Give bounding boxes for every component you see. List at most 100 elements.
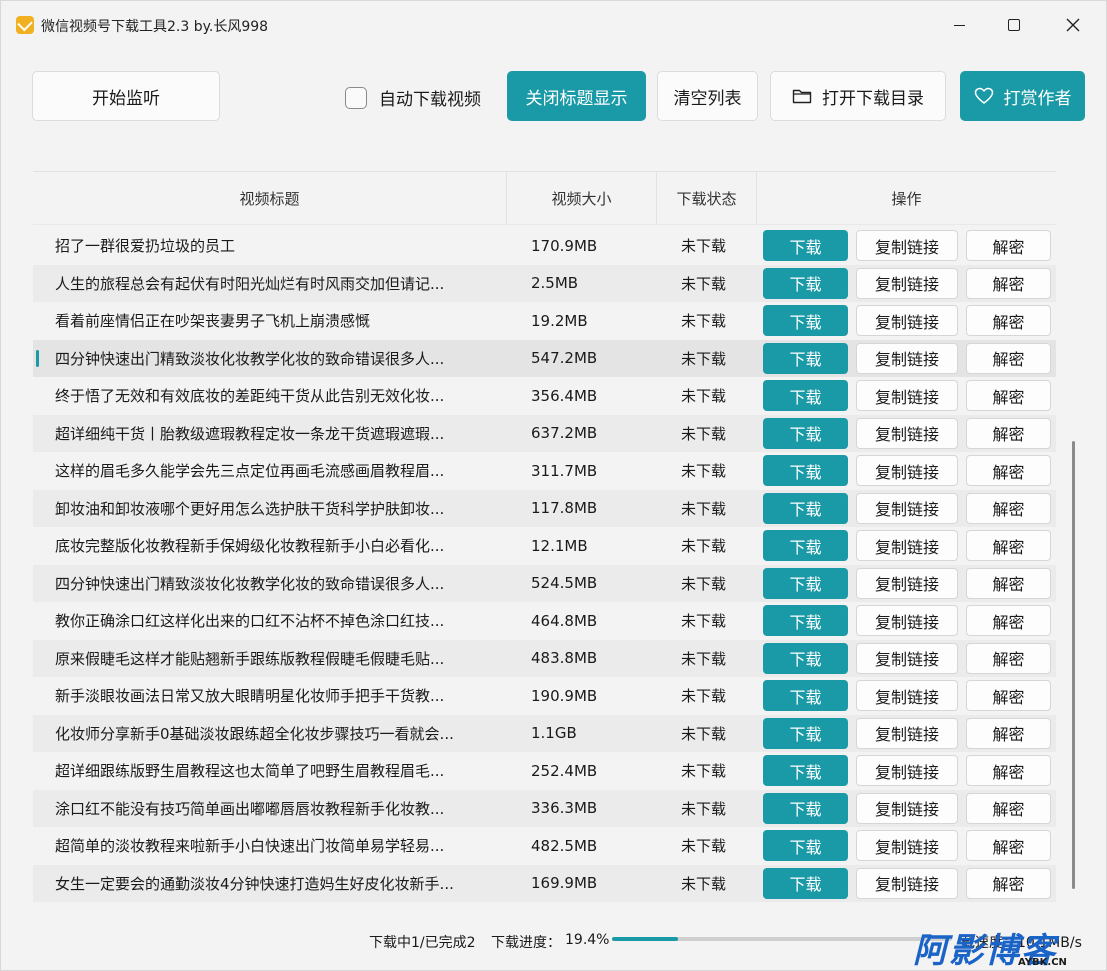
row-decrypt-button[interactable]: 解密 [966,230,1051,261]
row-decrypt-button[interactable]: 解密 [966,680,1051,711]
row-decrypt-button[interactable]: 解密 [966,530,1051,561]
row-download-button[interactable]: 下载 [763,642,848,674]
row-decrypt-button[interactable]: 解密 [966,755,1051,786]
vertical-scrollbar[interactable] [1072,441,1075,889]
row-decrypt-button[interactable]: 解密 [966,867,1051,899]
row-download-button[interactable]: 下载 [763,530,848,561]
maximize-button[interactable] [1002,13,1026,37]
row-decrypt-button[interactable]: 解密 [966,605,1051,636]
row-download-button[interactable]: 下载 [763,455,848,486]
header-size[interactable]: 视频大小 [507,172,657,224]
table-row[interactable]: 四分钟快速出门精致淡妆化妆教学化妆的致命错误很多人... 524.5MB 未下载 下载… [33,564,1056,602]
row-copy-link-button[interactable]: 复制链接 [856,567,958,599]
row-size: 190.9MB [531,686,598,705]
close-button[interactable] [1061,13,1085,37]
table-row[interactable]: 新手淡眼妆画法日常又放大眼睛明星化妆师手把手干货教... 190.9MB 未下载 下载… [33,677,1056,715]
table-row[interactable]: 化妆师分享新手0基础淡妆跟练超全化妆步骤技巧一看就会... 1.1GB 未下载 下载复… [33,714,1056,752]
row-download-button[interactable]: 下载 [763,567,848,599]
row-copy-link-button[interactable]: 复制链接 [856,492,958,524]
title-bar: 微信视频号下载工具2.3 by.长风998 [1,1,1106,51]
row-size: 637.2MB [531,424,598,443]
row-copy-link-button[interactable]: 复制链接 [856,792,958,824]
table-row[interactable]: 招了一群很爱扔垃圾的员工 170.9MB 未下载 下载 复制链接 解密 [33,227,1056,265]
row-copy-link-button[interactable]: 复制链接 [856,380,958,411]
table-row[interactable]: 原来假睫毛这样才能贴翘新手跟练版教程假睫毛假睫毛贴... 483.8MB 未下载 下载… [33,639,1056,677]
table-row[interactable]: 涂口红不能没有技巧简单画出嘟嘟唇唇妆教程新手化妆教... 336.3MB 未下载 下载… [33,789,1056,827]
table-row[interactable]: 四分钟快速出门精致淡妆化妆教学化妆的致命错误很多人... 547.2MB 未下载 下载… [33,339,1056,377]
row-download-button[interactable]: 下载 [763,305,848,336]
header-actions[interactable]: 操作 [757,172,1056,224]
reward-author-button[interactable]: 打赏作者 [960,71,1085,121]
row-copy-link-button[interactable]: 复制链接 [856,717,958,749]
row-size: 12.1MB [531,536,588,555]
row-decrypt-button[interactable]: 解密 [966,380,1051,411]
row-copy-link-button[interactable]: 复制链接 [856,680,958,711]
row-copy-link-button[interactable]: 复制链接 [856,830,958,861]
minimize-button[interactable] [947,13,971,37]
row-size: 117.8MB [531,499,598,518]
row-copy-link-button[interactable]: 复制链接 [856,605,958,636]
row-decrypt-button[interactable]: 解密 [966,717,1051,749]
table-row[interactable]: 这样的眉毛多久能学会先三点定位再画毛流感画眉教程眉... 311.7MB 未下载 下载… [33,452,1056,490]
table-row[interactable]: 卸妆油和卸妆液哪个更好用怎么选护肤干货科学护肤卸妆... 117.8MB 未下载 下载… [33,489,1056,527]
row-decrypt-button[interactable]: 解密 [966,492,1051,524]
row-decrypt-button[interactable]: 解密 [966,792,1051,824]
checkbox-box[interactable] [345,86,367,109]
row-decrypt-button[interactable]: 解密 [966,305,1051,336]
close-title-display-button[interactable]: 关闭标题显示 [507,71,646,121]
table-row[interactable]: 人生的旅程总会有起伏有时阳光灿烂有时风雨交加但请记... 2.5MB 未下载 下载 复制… [33,264,1056,302]
row-title: 卸妆油和卸妆液哪个更好用怎么选护肤干货科学护肤卸妆... [55,499,445,518]
table-row[interactable]: 超详细跟练版野生眉教程这也太简单了吧野生眉教程眉毛... 252.4MB 未下载 下载… [33,752,1056,790]
row-copy-link-button[interactable]: 复制链接 [856,305,958,336]
row-copy-link-button[interactable]: 复制链接 [856,530,958,561]
row-download-button[interactable]: 下载 [763,417,848,449]
start-listen-button[interactable]: 开始监听 [32,71,220,121]
row-download-button[interactable]: 下载 [763,492,848,524]
row-decrypt-button[interactable]: 解密 [966,830,1051,861]
row-copy-link-button[interactable]: 复制链接 [856,417,958,449]
row-copy-link-button[interactable]: 复制链接 [856,342,958,374]
row-decrypt-button[interactable]: 解密 [966,567,1051,599]
header-status[interactable]: 下载状态 [657,172,757,224]
open-download-dir-label: 打开下载目录 [822,88,924,109]
table-row[interactable]: 超详细纯干货丨胎教级遮瑕教程定妆一条龙干货遮瑕遮瑕... 637.2MB 未下载 下载… [33,414,1056,452]
row-title: 教你正确涂口红这样化出来的口红不沾杯不掉色涂口红技... [55,612,445,631]
clear-list-button[interactable]: 清空列表 [657,71,758,121]
row-copy-link-button[interactable]: 复制链接 [856,455,958,486]
row-size: 482.5MB [531,836,598,855]
table-row[interactable]: 底妆完整版化妆教程新手保姆级化妆教程新手小白必看化... 12.1MB 未下载 下载复… [33,527,1056,565]
header-title[interactable]: 视频标题 [33,172,507,224]
table-row[interactable]: 看着前座情侣正在吵架丧妻男子飞机上崩溃感慨 19.2MB 未下载 下载 复制链接 解密 [33,302,1056,340]
table-row[interactable]: 教你正确涂口红这样化出来的口红不沾杯不掉色涂口红技... 464.8MB 未下载 下载… [33,602,1056,640]
table-row[interactable]: 女生一定要会的通勤淡妆4分钟快速打造妈生好皮化妆新手... 169.9MB 未下载下… [33,864,1056,902]
row-copy-link-button[interactable]: 复制链接 [856,867,958,899]
row-download-button[interactable]: 下载 [763,267,848,299]
open-download-dir-button[interactable]: 打开下载目录 [770,71,946,121]
row-download-button[interactable]: 下载 [763,755,848,786]
row-copy-link-button[interactable]: 复制链接 [856,230,958,261]
row-decrypt-button[interactable]: 解密 [966,417,1051,449]
row-copy-link-button[interactable]: 复制链接 [856,755,958,786]
row-copy-link-button[interactable]: 复制链接 [856,642,958,674]
row-download-button[interactable]: 下载 [763,867,848,899]
row-decrypt-button[interactable]: 解密 [966,342,1051,374]
row-copy-link-button[interactable]: 复制链接 [856,267,958,299]
row-download-button[interactable]: 下载 [763,680,848,711]
row-title: 超详细纯干货丨胎教级遮瑕教程定妆一条龙干货遮瑕遮瑕... [55,424,445,443]
row-title: 四分钟快速出门精致淡妆化妆教学化妆的致命错误很多人... [55,349,445,368]
row-download-button[interactable]: 下载 [763,380,848,411]
table-row[interactable]: 超简单的淡妆教程来啦新手小白快速出门妆简单易学轻易... 482.5MB 未下载 下载… [33,827,1056,865]
row-download-button[interactable]: 下载 [763,717,848,749]
row-download-button[interactable]: 下载 [763,605,848,636]
row-download-button[interactable]: 下载 [763,792,848,824]
row-download-button[interactable]: 下载 [763,230,848,261]
row-decrypt-button[interactable]: 解密 [966,267,1051,299]
row-decrypt-button[interactable]: 解密 [966,455,1051,486]
table-row[interactable]: 终于悟了无效和有效底妆的差距纯干货从此告别无效化妆... 356.4MB 未下载 下载… [33,377,1056,415]
row-download-button[interactable]: 下载 [763,342,848,374]
row-decrypt-button[interactable]: 解密 [966,642,1051,674]
row-size: 1.1GB [531,724,577,743]
auto-download-checkbox[interactable]: 自动下载视频 [345,85,481,110]
row-download-button[interactable]: 下载 [763,830,848,861]
row-size: 2.5MB [531,274,579,293]
